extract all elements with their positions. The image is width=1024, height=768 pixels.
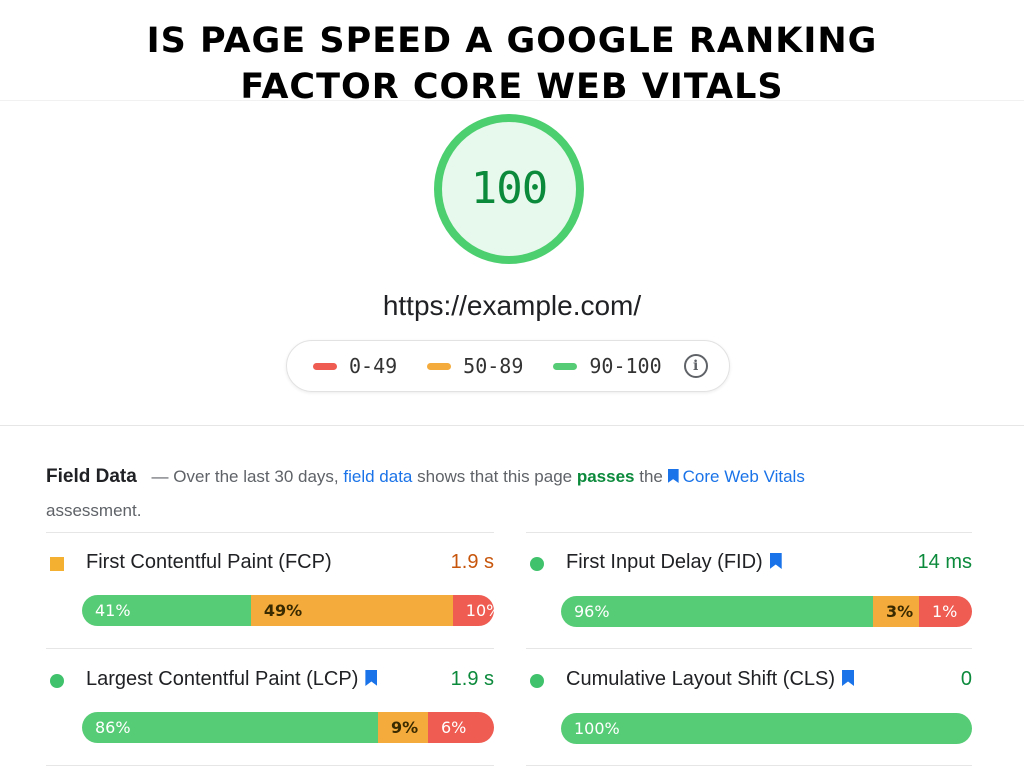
score-legend: 0-49 50-89 90-100 i — [286, 340, 730, 392]
metric-lcp: Largest Contentful Paint (LCP) 1.9 s — [50, 666, 494, 696]
lcp-average-segment: 9% — [378, 712, 428, 743]
bookmark-icon — [365, 670, 378, 686]
legend-item-average: 50-89 — [427, 354, 523, 378]
bookmark-icon — [842, 670, 855, 686]
cls-status-circle — [530, 674, 544, 688]
legend-item-poor: 0-49 — [313, 354, 397, 378]
fid-good-segment: 96% — [561, 596, 873, 627]
cls-label: Cumulative Layout Shift (CLS) — [566, 668, 858, 691]
legend-swatch-average — [427, 362, 452, 370]
field-data-text-3: the — [639, 467, 663, 486]
lcp-good-segment: 86% — [82, 712, 378, 743]
fid-label: First Input Delay (FID) — [566, 551, 786, 574]
lcp-label-text: Largest Contentful Paint (LCP) — [86, 668, 359, 690]
bookmark-icon — [769, 553, 782, 569]
fid-distribution-bar: 96% 3% 1% — [561, 596, 972, 627]
cls-label-text: Cumulative Layout Shift (CLS) — [566, 668, 836, 690]
divider-left-top — [46, 532, 494, 533]
fcp-distribution-bar: 41% 49% 10% — [82, 595, 494, 626]
legend-label-poor: 0-49 — [349, 354, 398, 378]
legend-label-average: 50-89 — [463, 354, 524, 378]
field-data-title: Field Data — [46, 466, 137, 487]
divider-right-bottom — [526, 765, 972, 766]
metric-fid: First Input Delay (FID) 14 ms — [530, 549, 972, 579]
legend-swatch-good — [553, 362, 578, 370]
fid-status-circle — [530, 557, 544, 571]
metric-fcp: First Contentful Paint (FCP) 1.9 s — [50, 549, 494, 579]
bookmark-icon — [667, 469, 679, 483]
field-data-intro: Field Data — Over the last 30 days, fiel… — [46, 460, 976, 528]
lcp-value: 1.9 s — [450, 668, 494, 690]
headline: IS PAGE SPEED A GOOGLE RANKING FACTOR CO… — [0, 18, 1024, 110]
legend-item-good: 90-100 — [553, 354, 662, 378]
fcp-status-square — [50, 557, 64, 571]
divider-right-mid — [526, 648, 972, 649]
lcp-distribution-bar: 86% 9% 6% — [82, 712, 494, 743]
core-web-vitals-link[interactable]: Core Web Vitals — [667, 467, 805, 486]
field-data-text-1: Over the last 30 days, — [173, 467, 339, 486]
core-web-vitals-link-label: Core Web Vitals — [682, 467, 805, 486]
fid-value: 14 ms — [917, 551, 972, 573]
field-data-text-2: shows that this page — [417, 467, 573, 486]
cls-distribution-bar: 100% — [561, 713, 972, 744]
fid-poor-segment: 1% — [919, 596, 972, 627]
field-data-dash: — — [151, 467, 169, 486]
info-icon[interactable]: i — [683, 354, 708, 378]
lcp-poor-segment: 6% — [428, 712, 494, 743]
fcp-label: First Contentful Paint (FCP) — [86, 551, 332, 574]
divider-left-bottom — [46, 765, 494, 766]
field-data-text-4: assessment. — [46, 501, 142, 520]
cls-value: 0 — [960, 668, 972, 690]
headline-line-1: IS PAGE SPEED A GOOGLE RANKING — [146, 21, 878, 61]
fcp-value: 1.9 s — [450, 551, 494, 573]
divider-right-top — [526, 532, 972, 533]
legend-label-good: 90-100 — [589, 354, 662, 378]
metric-cls: Cumulative Layout Shift (CLS) 0 — [530, 666, 972, 696]
legend-swatch-poor — [313, 362, 337, 370]
lcp-status-circle — [50, 674, 64, 688]
divider-left-mid — [46, 648, 494, 649]
fcp-poor-segment: 10% — [452, 595, 494, 626]
fid-label-text: First Input Delay (FID) — [566, 551, 763, 573]
lcp-label: Largest Contentful Paint (LCP) — [86, 668, 381, 691]
passes-label: passes — [576, 467, 635, 486]
fcp-label-text: First Contentful Paint (FCP) — [86, 551, 332, 573]
page-url: https://example.com/ — [382, 290, 642, 321]
field-data-link[interactable]: field data — [343, 467, 412, 486]
fid-average-segment: 3% — [873, 596, 919, 627]
performance-score: 100 — [470, 163, 548, 214]
fcp-good-segment: 41% — [82, 595, 251, 626]
cls-good-segment: 100% — [561, 713, 972, 744]
fcp-average-segment: 49% — [250, 595, 453, 626]
